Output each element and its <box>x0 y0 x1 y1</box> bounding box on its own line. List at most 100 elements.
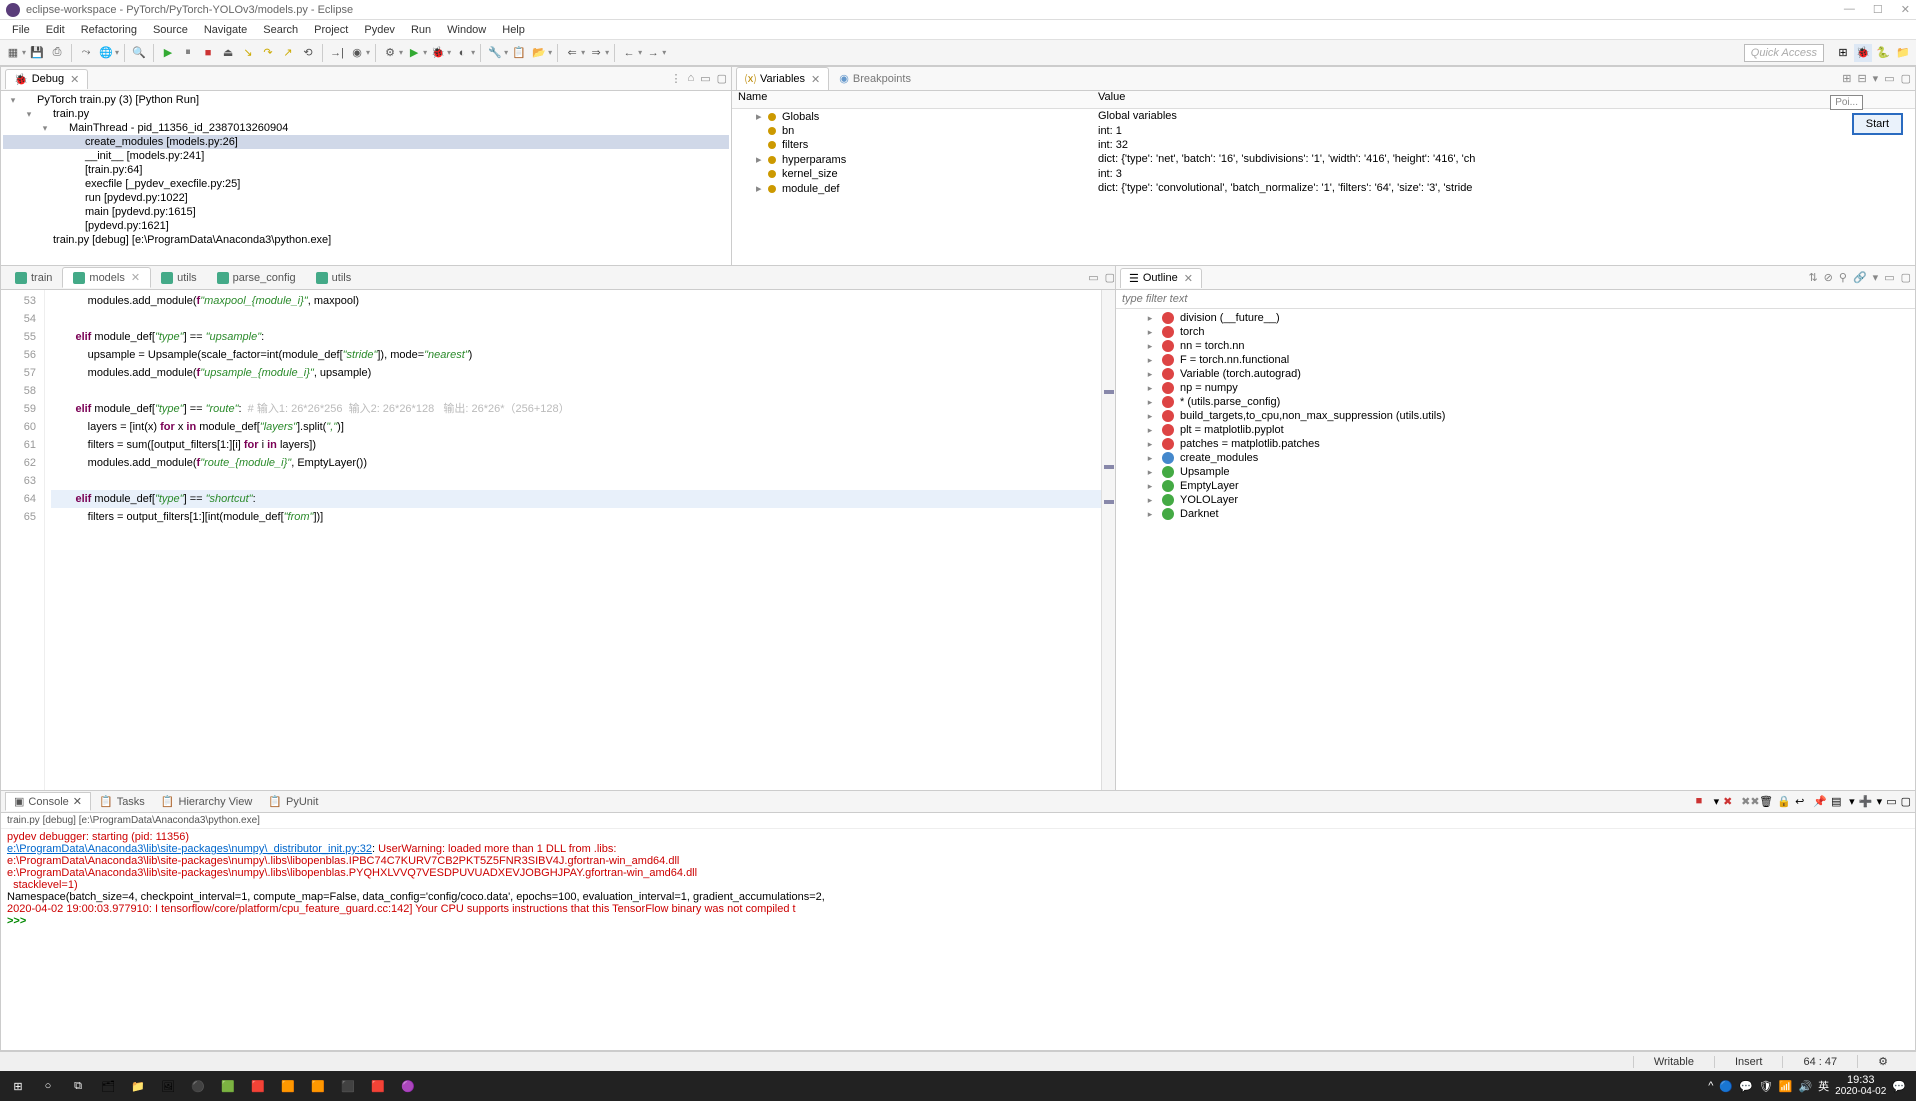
app-icon[interactable]: 🗂 <box>94 1073 122 1099</box>
run-to-line-icon[interactable]: →| <box>328 44 346 62</box>
clear-icon[interactable]: 🗑 <box>1759 795 1773 809</box>
debug-stack-frame[interactable]: run [pydevd.py:1022] <box>3 191 729 205</box>
start-button[interactable]: Start <box>1852 113 1903 135</box>
save-icon[interactable]: 💾 <box>28 44 46 62</box>
drop-frame-icon[interactable]: ⟲ <box>299 44 317 62</box>
debug-stack-frame[interactable]: execfile [_pydev_execfile.py:25] <box>3 177 729 191</box>
eclipse-taskbar-icon[interactable]: 🟣 <box>394 1073 422 1099</box>
debug-stack-frame[interactable]: [pydevd.py:1621] <box>3 219 729 233</box>
variable-row[interactable]: kernel_sizeint: 3 <box>732 167 1915 181</box>
next-edit-icon[interactable]: ⇒ <box>587 44 605 62</box>
outline-filter-input[interactable] <box>1122 293 1909 305</box>
code-area[interactable]: modules.add_module(f"maxpool_{module_i}"… <box>45 290 1101 790</box>
variable-row[interactable]: ▸module_defdict: {'type': 'convolutional… <box>732 181 1915 196</box>
breakpoints-tab[interactable]: ◉ Breakpoints <box>831 69 919 88</box>
maximize-icon[interactable]: ▢ <box>1901 271 1911 284</box>
debug-stack-frame[interactable]: ▾MainThread - pid_11356_id_2387013260904 <box>3 121 729 135</box>
back-icon[interactable]: ← <box>620 44 638 62</box>
minimize-icon[interactable]: ▭ <box>1088 271 1098 284</box>
run-icon[interactable]: ▶ <box>405 44 423 62</box>
maximize-button[interactable]: ☐ <box>1873 3 1883 16</box>
step-over-icon[interactable]: ↷ <box>259 44 277 62</box>
app-icon[interactable]: 🟥 <box>364 1073 392 1099</box>
outline-item[interactable]: ▸Upsample <box>1120 465 1911 479</box>
close-icon[interactable]: ✕ <box>1184 272 1193 285</box>
variable-row[interactable]: ▸hyperparamsdict: {'type': 'net', 'batch… <box>732 152 1915 167</box>
minimize-icon[interactable]: ▭ <box>1884 271 1894 284</box>
app-icon[interactable]: ⚫ <box>184 1073 212 1099</box>
outline-item[interactable]: ▸division (__future__) <box>1120 311 1911 325</box>
outline-item[interactable]: ▸F = torch.nn.functional <box>1120 353 1911 367</box>
suspend-icon[interactable]: ⏸ <box>179 44 197 62</box>
debug-stack-frame[interactable]: __init__ [models.py:241] <box>3 149 729 163</box>
step-return-icon[interactable]: ↗ <box>279 44 297 62</box>
scroll-lock-icon[interactable]: 🔒 <box>1777 795 1791 809</box>
disconnect-icon[interactable]: ⏏ <box>219 44 237 62</box>
breakpoint-icon[interactable]: ◉ <box>348 44 366 62</box>
outline-item[interactable]: ▸Darknet <box>1120 507 1911 521</box>
editor-tab-parse_config[interactable]: parse_config <box>207 269 306 287</box>
new-task-icon[interactable]: 📋 <box>510 44 528 62</box>
debug-icon[interactable]: 🐞 <box>429 44 447 62</box>
maximize-icon[interactable]: ▢ <box>1901 795 1911 808</box>
col-name[interactable]: Name <box>732 91 1092 108</box>
step-into-icon[interactable]: ↘ <box>239 44 257 62</box>
variable-row[interactable]: ▸GlobalsGlobal variables <box>732 109 1915 124</box>
console-tab-pyunit[interactable]: 📋PyUnit <box>260 793 326 810</box>
view-menu-icon[interactable]: ▾ <box>1873 72 1879 85</box>
word-wrap-icon[interactable]: ↩ <box>1795 795 1809 809</box>
debug-perspective-icon[interactable]: 🐞 <box>1854 44 1872 62</box>
taskbar-clock[interactable]: 19:33 2020-04-02 <box>1835 1074 1886 1098</box>
variables-body[interactable]: ▸GlobalsGlobal variablesbnint: 1filtersi… <box>732 109 1915 265</box>
open-task-icon[interactable]: 📂 <box>530 44 548 62</box>
filter-icon[interactable]: ⚲ <box>1839 271 1847 284</box>
outline-item[interactable]: ▸nn = torch.nn <box>1120 339 1911 353</box>
app-icon[interactable]: 📁 <box>124 1073 152 1099</box>
app-icon[interactable]: 🟧 <box>304 1073 332 1099</box>
menu-run[interactable]: Run <box>403 22 439 38</box>
debug-tree[interactable]: ▾PyTorch train.py (3) [Python Run]▾train… <box>1 91 731 265</box>
debug-stack-frame[interactable]: create_modules [models.py:26] <box>3 135 729 149</box>
debug-stack-frame[interactable]: main [pydevd.py:1615] <box>3 205 729 219</box>
minimize-button[interactable]: — <box>1844 3 1855 16</box>
remove-terminated-icon[interactable]: ✖ <box>1723 795 1737 809</box>
app-icon[interactable]: 🟩 <box>214 1073 242 1099</box>
debug-view-menu-icon[interactable]: ⋮ <box>671 72 682 85</box>
variable-row[interactable]: bnint: 1 <box>732 124 1915 138</box>
console-tab-hierarchy-view[interactable]: 📋Hierarchy View <box>153 793 260 810</box>
outline-item[interactable]: ▸* (utils.parse_config) <box>1120 395 1911 409</box>
link-editor-icon[interactable]: 🔗 <box>1853 271 1867 284</box>
forward-icon[interactable]: → <box>644 44 662 62</box>
menu-project[interactable]: Project <box>306 22 356 38</box>
menu-help[interactable]: Help <box>494 22 533 38</box>
coverage-icon[interactable]: ◐ <box>453 44 471 62</box>
minimize-icon[interactable]: ▭ <box>1884 72 1894 85</box>
debug-stack-frame[interactable]: [train.py:64] <box>3 163 729 177</box>
menu-navigate[interactable]: Navigate <box>196 22 255 38</box>
tray-ime-icon[interactable]: 英 <box>1818 1078 1829 1094</box>
editor-tab-utils[interactable]: utils <box>306 269 362 287</box>
variable-row[interactable]: filtersint: 32 <box>732 138 1915 152</box>
outline-item[interactable]: ▸EmptyLayer <box>1120 479 1911 493</box>
close-icon[interactable]: ✕ <box>73 795 82 808</box>
editor-body[interactable]: 53545556575859606162636465 modules.add_m… <box>1 290 1115 790</box>
debug-stack-frame[interactable]: train.py [debug] [e:\ProgramData\Anacond… <box>3 233 729 247</box>
close-icon[interactable]: ✕ <box>811 73 820 86</box>
save-all-icon[interactable]: ⎙ <box>48 44 66 62</box>
variables-tab[interactable]: ⒳ Variables ✕ <box>736 67 829 90</box>
menu-search[interactable]: Search <box>255 22 306 38</box>
pydev-perspective-icon[interactable]: 🐍 <box>1874 44 1892 62</box>
menu-edit[interactable]: Edit <box>38 22 73 38</box>
open-perspective-icon[interactable]: ⊞ <box>1834 44 1852 62</box>
new-icon[interactable]: ▦ <box>4 44 22 62</box>
outline-tab[interactable]: ☰ Outline ✕ <box>1120 268 1202 288</box>
pin-icon[interactable]: 📌 <box>1813 795 1827 809</box>
app-icon[interactable]: 🟥 <box>244 1073 272 1099</box>
outline-item[interactable]: ▸plt = matplotlib.pyplot <box>1120 423 1911 437</box>
skip-icon[interactable]: ⤳ <box>77 44 95 62</box>
search-icon[interactable]: 🔍 <box>130 44 148 62</box>
app-icon[interactable]: ⬛ <box>334 1073 362 1099</box>
console-tab-tasks[interactable]: 📋Tasks <box>91 793 153 810</box>
editor-tab-train[interactable]: train <box>5 269 62 287</box>
task-view-icon[interactable]: ⧉ <box>64 1073 92 1099</box>
